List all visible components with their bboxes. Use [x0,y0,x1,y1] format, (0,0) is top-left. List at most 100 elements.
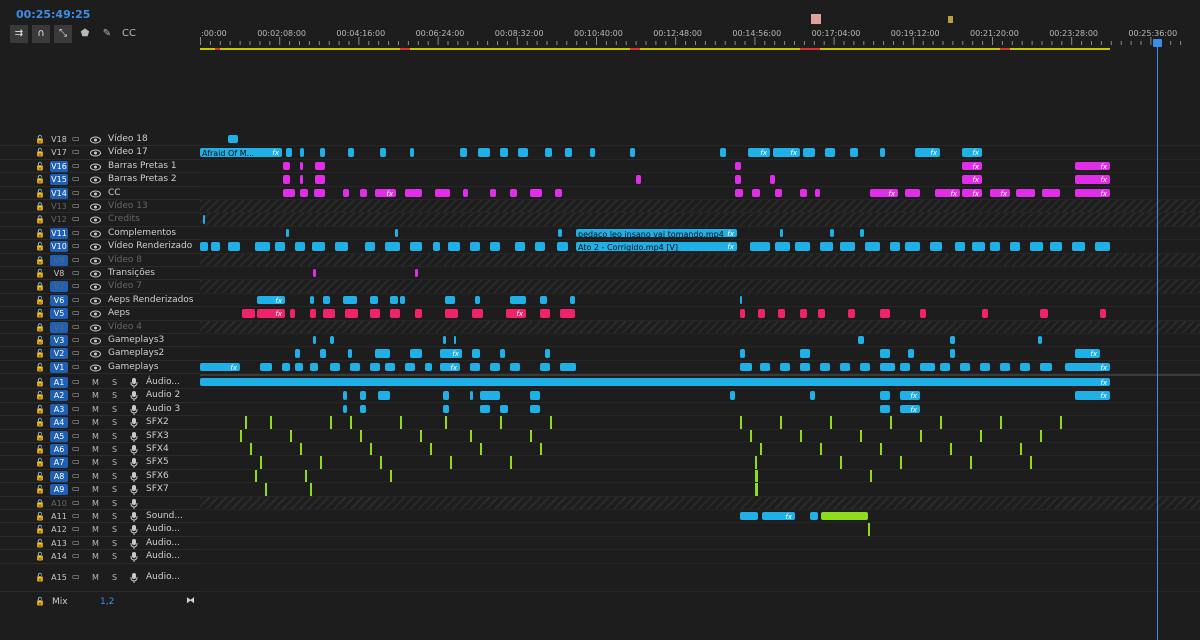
video-clip[interactable] [880,362,895,372]
video-clip[interactable] [228,135,238,144]
audio-clip[interactable] [830,416,832,429]
sync-lock-icon[interactable]: ▭ [72,572,80,581]
audio-track-lane[interactable] [200,429,1200,443]
audio-clip[interactable] [840,456,842,469]
sync-lock-icon[interactable]: ▭ [72,214,80,223]
video-clip[interactable] [463,188,468,197]
eye-icon[interactable] [90,190,101,198]
video-clip[interactable] [780,228,783,238]
video-clip[interactable] [1030,242,1043,251]
audio-clip[interactable] [755,483,758,496]
audio-clip[interactable] [1000,416,1002,429]
video-clip[interactable] [300,175,303,184]
audio-track-lane[interactable] [200,537,1200,551]
track-target-v16[interactable]: V16 [50,160,68,172]
video-track-lane[interactable]: fx fx fx fx fx fx [200,187,1200,200]
video-clip[interactable] [295,242,305,251]
video-clip[interactable] [940,362,950,372]
timeline-tracks[interactable]: Afraid Of M... fx fx fx fx fx fx fx fx fx fx fx fx fx… [200,0,1200,640]
video-clip[interactable] [950,349,955,358]
video-clip[interactable] [740,295,742,305]
audio-clip[interactable]: fx [762,512,795,521]
video-clip[interactable] [760,362,770,372]
lock-icon[interactable]: 🔓 [35,459,45,467]
video-clip[interactable] [990,242,1000,251]
video-clip[interactable] [260,362,272,372]
video-clip[interactable] [500,148,508,157]
video-clip[interactable] [540,362,550,372]
mute-button[interactable]: M [92,445,99,454]
mute-button[interactable]: M [92,485,99,494]
video-clip[interactable] [360,188,367,197]
mute-button[interactable]: M [92,378,99,387]
sync-lock-icon[interactable]: ▭ [72,417,80,426]
video-clip[interactable] [313,269,316,278]
video-clip[interactable]: fx [1075,349,1100,358]
eye-icon[interactable] [90,270,101,278]
audio-clip[interactable] [880,391,890,400]
track-target-v2[interactable]: V2 [50,348,68,360]
mute-button[interactable]: M [92,432,99,441]
eye-icon[interactable] [90,297,101,305]
sync-lock-icon[interactable]: ▭ [72,538,80,547]
track-target-a12[interactable]: A12 [50,524,68,535]
video-clip[interactable] [518,148,528,157]
video-clip[interactable] [1100,309,1106,318]
video-clip[interactable] [930,242,942,251]
video-clip[interactable] [200,242,208,251]
video-clip[interactable] [636,175,641,184]
video-track-lane[interactable] [200,280,1200,294]
video-clip[interactable] [410,148,414,157]
sync-lock-icon[interactable]: ▭ [72,484,80,493]
sync-lock-icon[interactable]: ▭ [72,308,80,317]
lock-icon[interactable]: 🔒 [35,499,45,508]
video-clip[interactable]: fx [962,148,982,157]
video-clip[interactable] [775,188,782,197]
video-clip[interactable] [490,362,500,372]
audio-clip[interactable] [240,429,242,442]
video-clip[interactable] [905,242,920,251]
video-clip[interactable]: fx [773,148,800,157]
video-clip[interactable] [740,309,745,318]
video-clip[interactable] [752,188,760,197]
video-clip[interactable] [275,242,285,251]
audio-clip[interactable] [940,416,942,429]
video-track-lane[interactable] [200,213,1200,227]
audio-clip[interactable] [970,456,972,469]
video-clip[interactable] [1010,242,1020,251]
sync-lock-icon[interactable]: ▭ [72,348,80,357]
video-clip[interactable] [425,362,432,372]
sync-lock-icon[interactable]: ▭ [72,362,80,371]
video-clip[interactable]: fx [962,188,982,197]
video-clip[interactable]: Ato 2 - Corrigido.mp4 [V] fx [576,242,737,251]
video-clip[interactable] [1016,188,1035,197]
microphone-icon[interactable] [130,458,138,469]
video-clip[interactable] [478,148,490,157]
audio-track-lane[interactable]: fx [200,376,1200,390]
audio-clip[interactable] [450,456,452,469]
video-clip[interactable]: fx [1075,175,1110,184]
track-target-v13[interactable]: V13 [50,201,68,212]
video-clip[interactable] [448,242,460,251]
video-clip[interactable]: fx [962,175,982,184]
sync-lock-icon[interactable]: ▭ [72,404,80,413]
audio-clip[interactable] [360,404,366,414]
video-clip[interactable] [283,175,290,184]
lock-icon[interactable]: 🔓 [35,162,45,171]
eye-icon[interactable] [90,163,101,171]
video-clip[interactable] [740,362,752,372]
audio-clip[interactable] [760,443,762,456]
video-clip[interactable] [445,309,458,318]
video-clip[interactable] [385,362,395,372]
microphone-icon[interactable] [130,378,138,388]
audio-clip[interactable] [430,443,432,456]
video-clip[interactable] [415,309,422,318]
video-clip[interactable] [470,242,480,251]
video-clip[interactable] [820,242,833,251]
video-clip[interactable] [908,349,914,358]
lock-icon[interactable]: 🔓 [35,149,45,157]
microphone-icon[interactable] [130,572,138,583]
audio-clip[interactable] [740,512,758,521]
solo-button[interactable]: S [112,573,117,582]
audio-clip[interactable] [360,391,366,400]
